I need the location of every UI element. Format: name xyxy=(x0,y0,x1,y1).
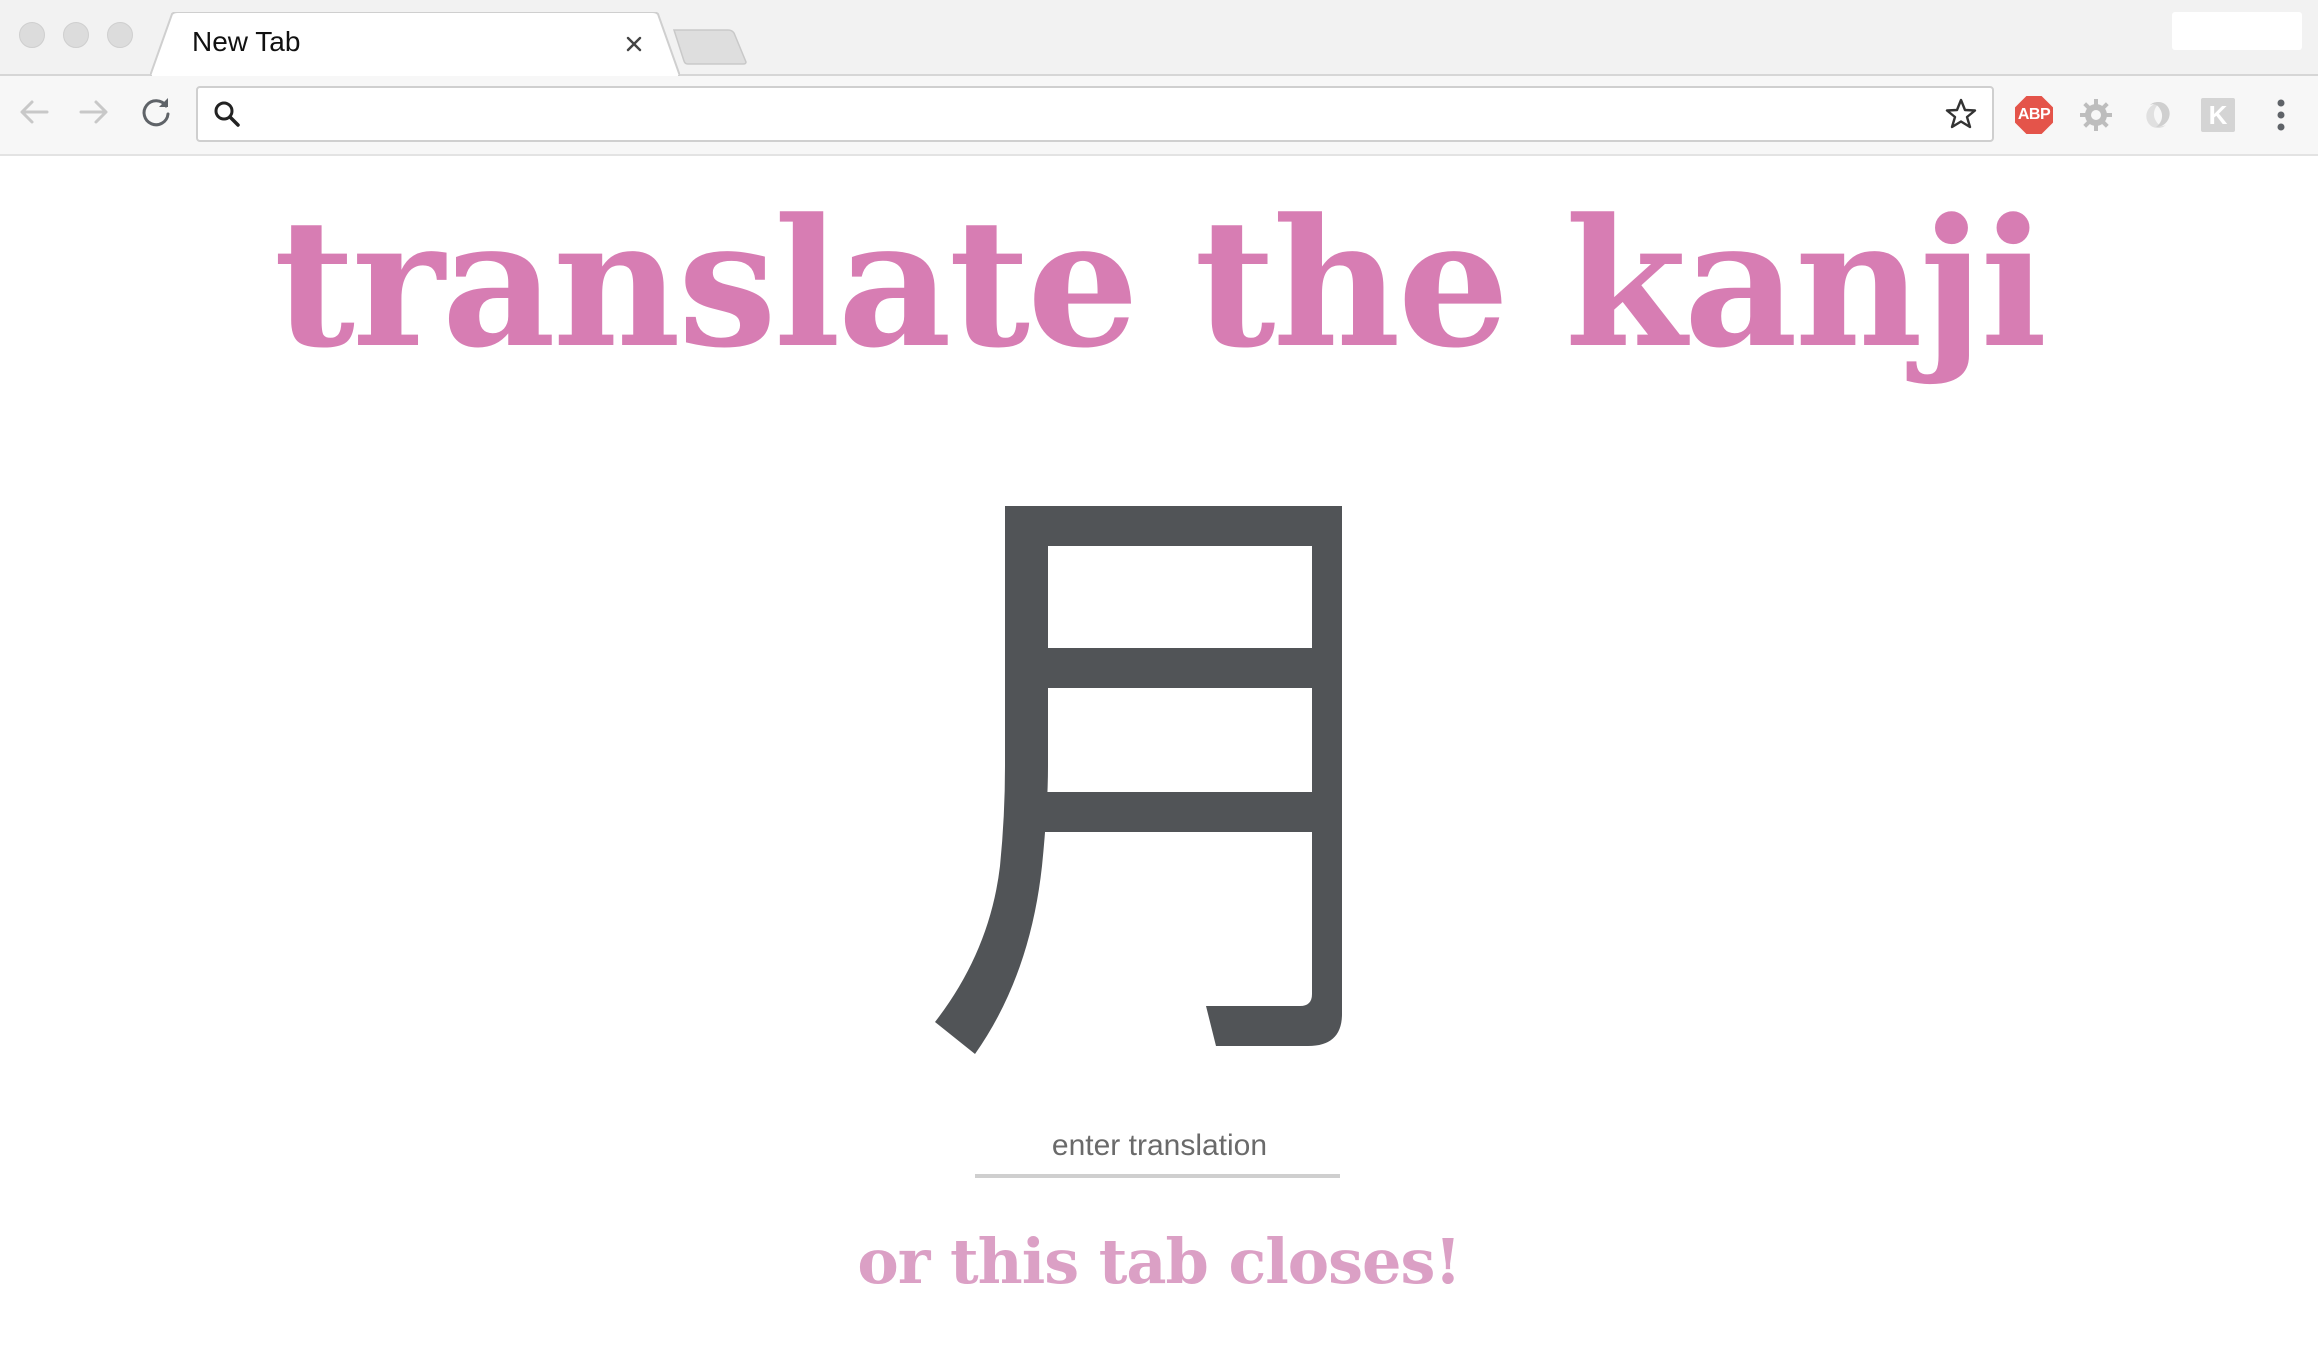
k-badge: K xyxy=(2201,98,2235,132)
window-close-button[interactable] xyxy=(19,22,45,48)
kanji-character: 月 xyxy=(930,506,1350,1196)
browser-window: New Tab ABP K translate the kanji enter … xyxy=(0,0,2318,1367)
more-vertical-icon[interactable] xyxy=(2262,96,2300,134)
tab-title: New Tab xyxy=(192,26,301,57)
star-icon[interactable] xyxy=(1944,97,1978,131)
gear-icon[interactable] xyxy=(2077,96,2115,134)
arrow-left-icon[interactable] xyxy=(12,90,56,134)
window-minimize-button[interactable] xyxy=(63,22,89,48)
arrow-right-icon[interactable] xyxy=(72,90,116,134)
browser-toolbar: ABP K xyxy=(0,76,2318,156)
translation-field[interactable] xyxy=(975,1116,1344,1178)
warning-text: or this tab closes! xyxy=(857,1225,1461,1298)
swirl-icon[interactable] xyxy=(2139,96,2177,134)
reload-icon[interactable] xyxy=(134,90,178,134)
address-bar[interactable] xyxy=(196,86,1994,142)
kanji-glyph-art xyxy=(935,506,1342,1054)
search-icon xyxy=(214,101,240,127)
window-maximize-button[interactable] xyxy=(107,22,133,48)
tab-new-tab[interactable]: New Tab xyxy=(150,12,680,76)
new-tab-icon[interactable] xyxy=(672,28,752,66)
address-input[interactable] xyxy=(254,94,1898,136)
close-icon[interactable] xyxy=(620,30,648,58)
tab-strip: New Tab xyxy=(0,0,2318,76)
translation-input[interactable] xyxy=(975,1116,1344,1176)
abp-badge: ABP xyxy=(2015,96,2053,134)
abp-icon[interactable]: ABP xyxy=(2015,96,2053,134)
page-title: translate the kanji xyxy=(273,180,2048,387)
profile-area[interactable] xyxy=(2172,12,2302,50)
page-content: translate the kanji 月 or this tab closes… xyxy=(0,156,2318,1367)
k-icon[interactable]: K xyxy=(2199,96,2237,134)
